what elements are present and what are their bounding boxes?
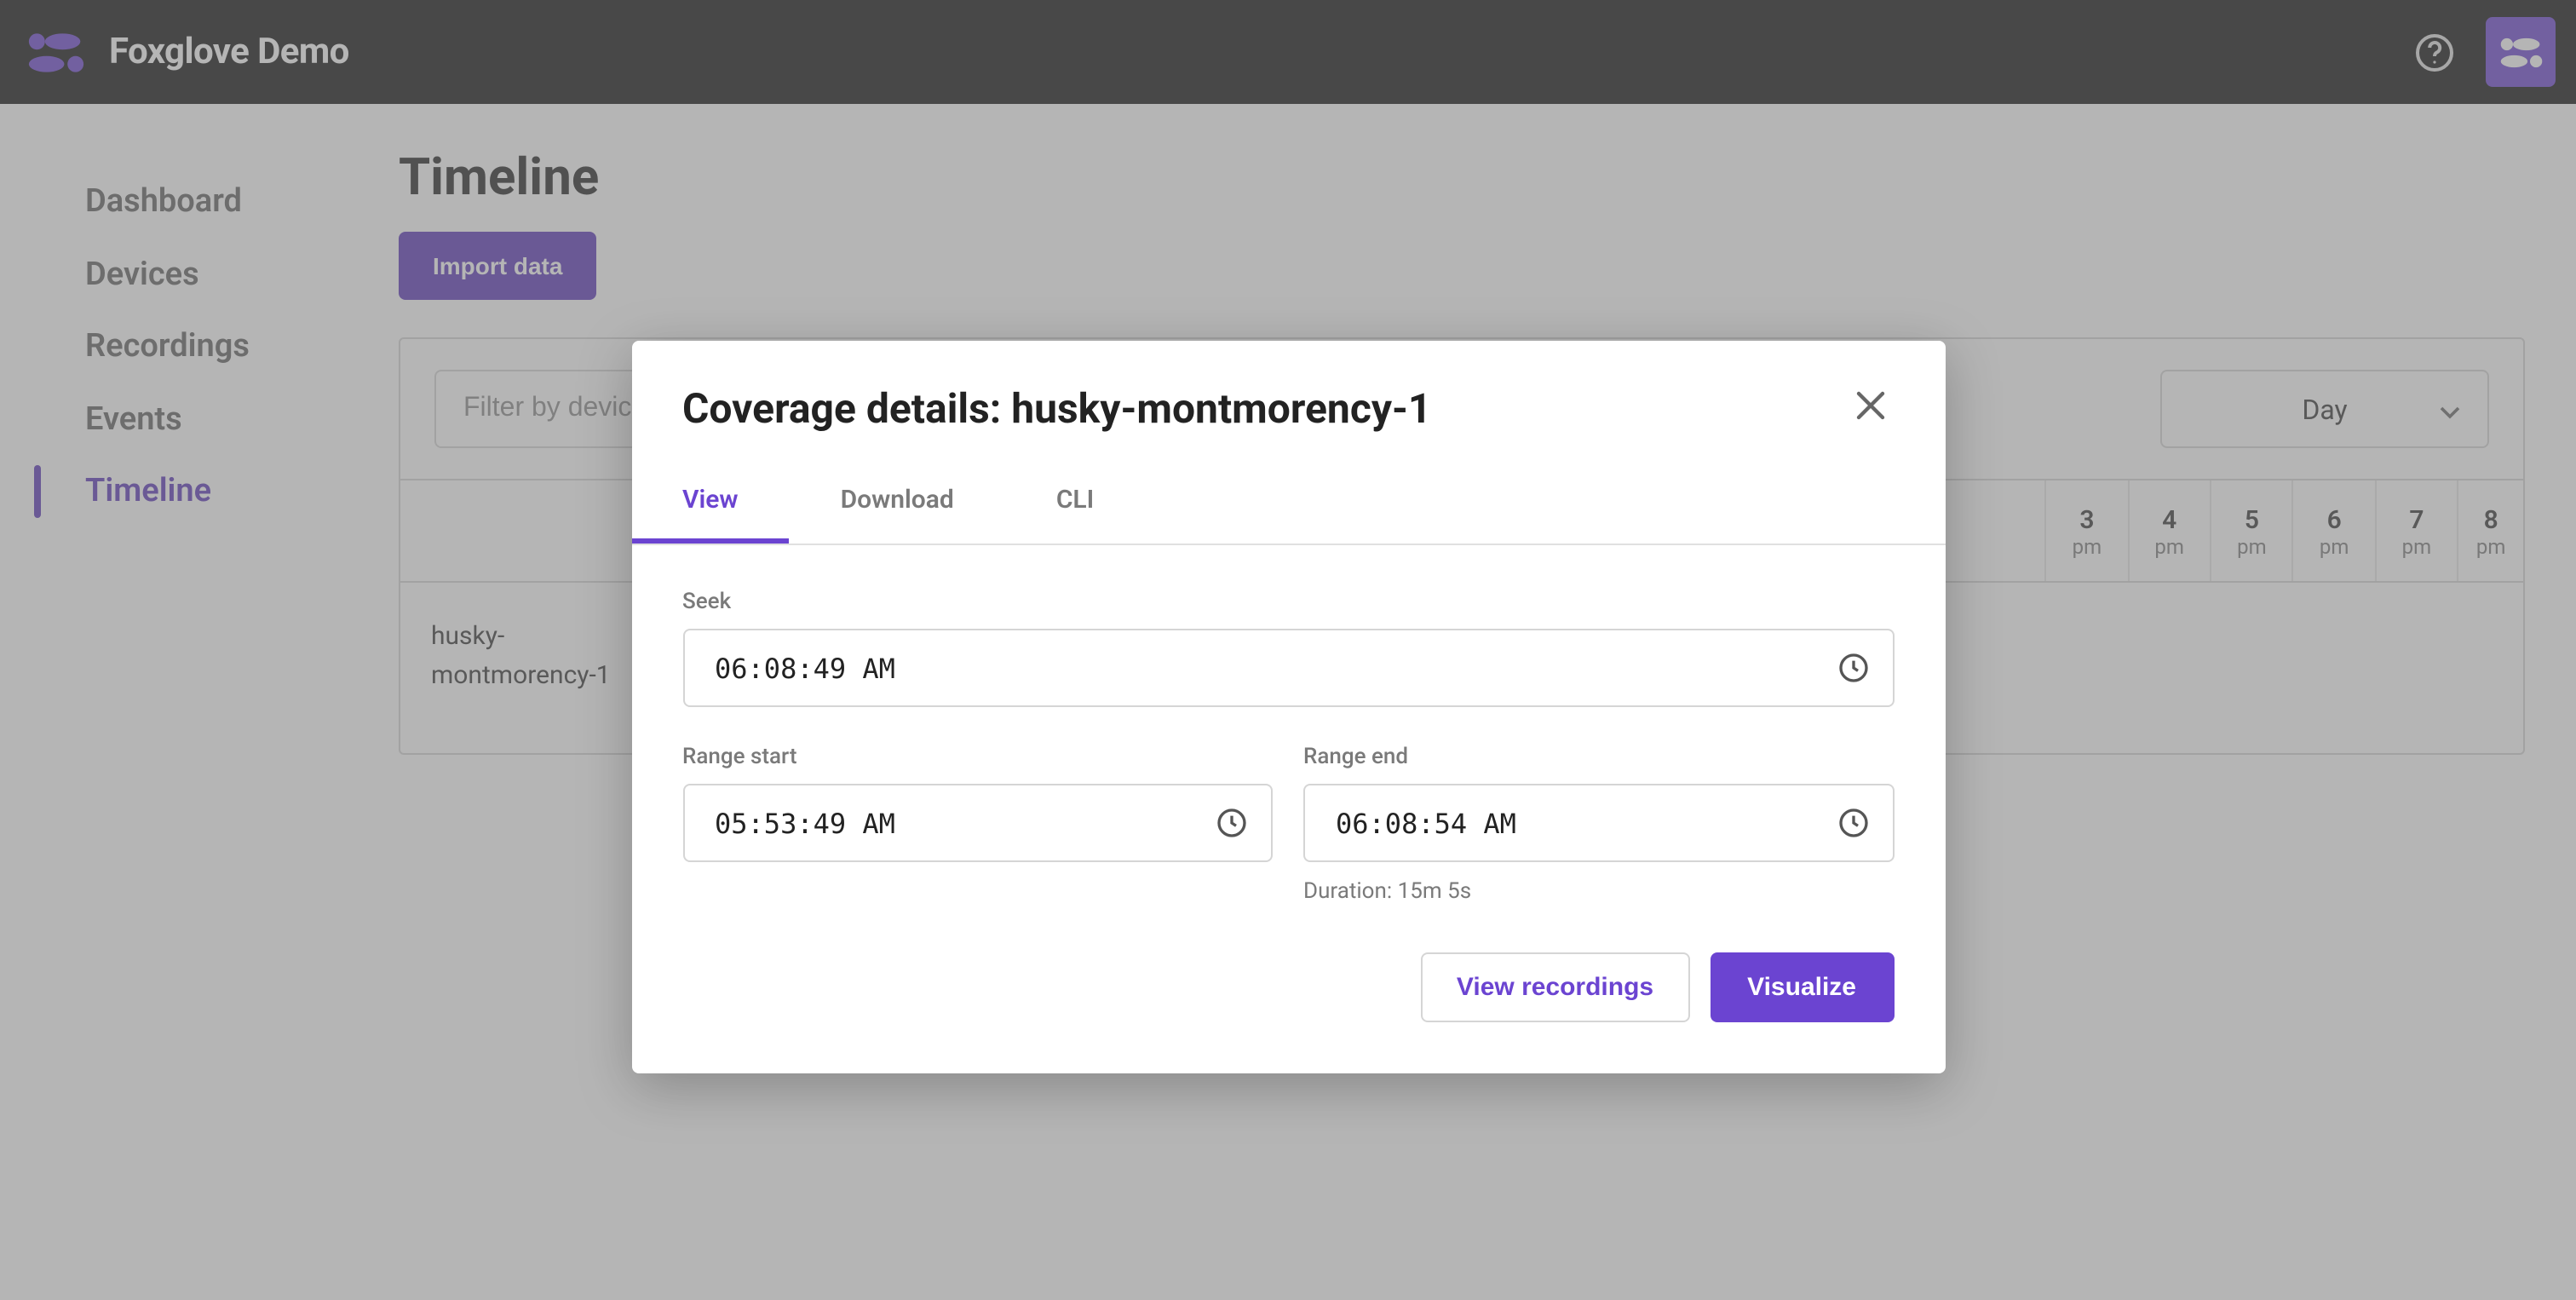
range-start-input[interactable]: [682, 784, 1273, 862]
duration-text: Duration: 15m 5s: [1303, 879, 1894, 905]
view-recordings-button[interactable]: View recordings: [1421, 952, 1689, 1022]
range-end-col: Range end Duration: 15m 5s: [1303, 745, 1894, 905]
range-start-label: Range start: [682, 745, 1273, 770]
coverage-details-modal: Coverage details: husky-montmorency-1 Vi…: [631, 341, 1945, 1073]
close-icon: [1854, 388, 1885, 430]
tab-download[interactable]: Download: [790, 460, 1005, 544]
modal-close-button[interactable]: [1846, 385, 1894, 433]
range-start-col: Range start: [682, 745, 1273, 905]
range-end-input[interactable]: [1303, 784, 1894, 862]
clock-icon[interactable]: [1836, 651, 1870, 685]
tab-view[interactable]: View: [631, 460, 790, 544]
modal-overlay[interactable]: Coverage details: husky-montmorency-1 Vi…: [0, 0, 2576, 1300]
modal-tabs: View Download CLI: [631, 460, 1945, 545]
seek-input[interactable]: [682, 629, 1894, 707]
modal-body: Seek Range start: [631, 545, 1945, 1073]
modal-header: Coverage details: husky-montmorency-1: [631, 341, 1945, 460]
clock-icon[interactable]: [1836, 806, 1870, 840]
range-row: Range start Range end: [682, 745, 1894, 905]
seek-field-wrap: [682, 629, 1894, 707]
seek-label: Seek: [682, 590, 1894, 615]
modal-footer: View recordings Visualize: [682, 905, 1894, 1022]
modal-title: Coverage details: husky-montmorency-1: [682, 385, 1431, 433]
visualize-button[interactable]: Visualize: [1710, 952, 1894, 1022]
range-end-label: Range end: [1303, 745, 1894, 770]
clock-icon[interactable]: [1215, 806, 1249, 840]
tab-cli[interactable]: CLI: [1005, 460, 1145, 544]
